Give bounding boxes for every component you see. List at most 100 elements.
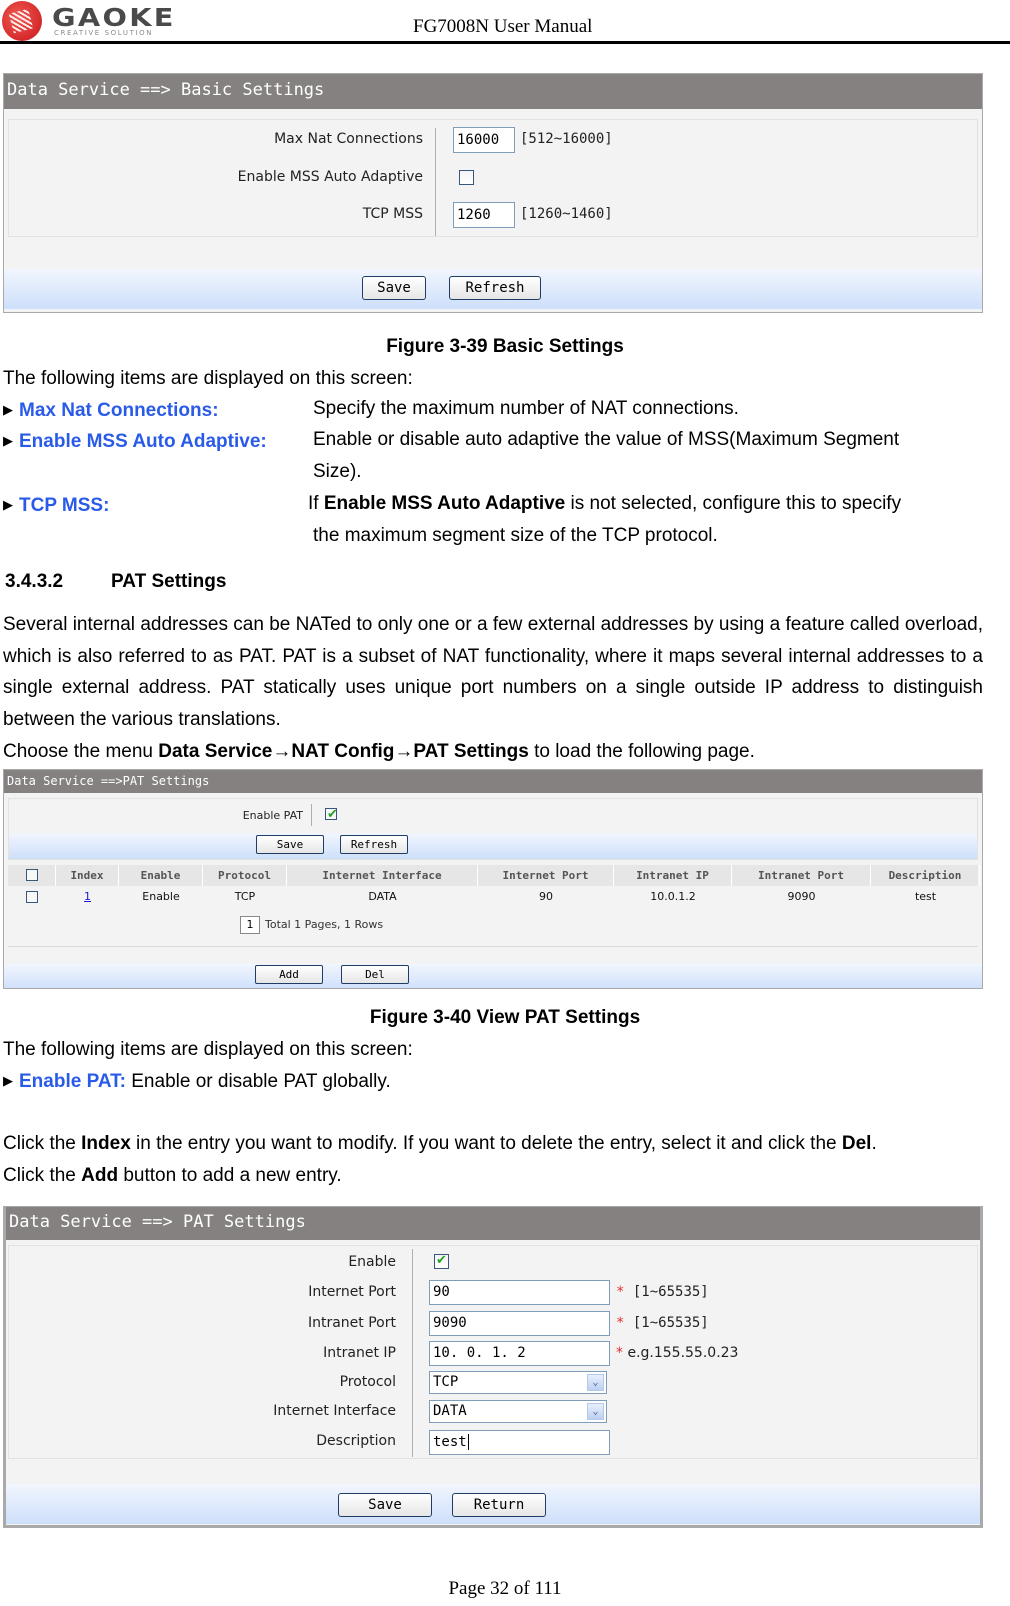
bullet-arrow-icon: ▶ (3, 1073, 13, 1088)
chevron-down-icon[interactable]: ⌄ (587, 1403, 604, 1420)
pager-summary: Total 1 Pages, 1 Rows (265, 918, 384, 931)
del-button[interactable]: Del (341, 965, 409, 984)
save-button[interactable]: Save (338, 1493, 432, 1517)
internet-port-cell: 90 (539, 890, 553, 903)
max-nat-connections-input[interactable]: 16000 (453, 127, 515, 153)
hint-text: e.g.155.55.0.23 (627, 1345, 739, 1361)
chevron-down-icon[interactable]: ⌄ (587, 1374, 604, 1391)
protocol-select[interactable]: TCP ⌄ (429, 1371, 607, 1394)
save-button[interactable]: Save (362, 276, 426, 300)
logo-mark-icon (2, 1, 42, 41)
enable-pat-label: Enable PAT (242, 809, 303, 822)
table-header: Index Enable Protocol Internet Interface… (8, 865, 980, 886)
text: . (871, 1133, 877, 1154)
screen-title: Data Service ==> Basic Settings (4, 74, 982, 109)
bullet-arrow-icon: ▶ (3, 402, 13, 417)
item-desc-cont: Size). (313, 461, 362, 482)
button-bar: Save Return (6, 1484, 980, 1524)
text: to load the following page. (528, 741, 755, 762)
refresh-button[interactable]: Refresh (449, 276, 541, 300)
item-desc: If Enable MSS Auto Adaptive is not selec… (308, 488, 901, 520)
enable-checkbox[interactable] (434, 1252, 449, 1269)
required-mark: * (616, 1284, 625, 1300)
divider (8, 946, 978, 947)
button-bar: Save Refresh (9, 833, 977, 859)
text: is not selected, configure this to speci… (565, 493, 902, 514)
item-enable-mss-auto-adaptive: ▶ Enable MSS Auto Adaptive: (3, 431, 267, 453)
enable-pat-panel: Enable PAT Save Refresh (8, 798, 978, 860)
internet-port-input[interactable]: 90 (429, 1280, 610, 1305)
menu-path: Data Service→NAT Config→PAT Settings (158, 741, 529, 762)
button-bar: Add Del (4, 964, 982, 988)
item-desc: Enable or disable PAT globally. (125, 1071, 391, 1092)
basic-settings-screenshot: Data Service ==> Basic Settings Max Nat … (3, 73, 983, 313)
button-bar: Save Refresh (4, 269, 982, 309)
return-button[interactable]: Return (452, 1493, 546, 1517)
column-header-description[interactable]: Description (871, 865, 980, 886)
intranet-port-cell: 9090 (787, 890, 816, 903)
item-enable-pat: ▶ Enable PAT: Enable or disable PAT globa… (3, 1071, 391, 1093)
instruction-line-1: Click the Index in the entry you want to… (3, 1128, 877, 1160)
enable-cell: Enable (142, 890, 180, 903)
column-header-enable[interactable]: Enable (119, 865, 203, 886)
pat-form-panel: Enable Internet Port 90 * [1~65535] Intr… (8, 1245, 978, 1459)
bold-text: Add (81, 1165, 119, 1186)
internet-interface-select[interactable]: DATA ⌄ (429, 1400, 607, 1423)
section-heading: 3.4.3.2 PAT Settings (5, 571, 226, 593)
max-nat-connections-label: Max Nat Connections (274, 131, 423, 147)
column-header-protocol[interactable]: Protocol (203, 865, 287, 886)
section-number: 3.4.3.2 (5, 571, 64, 592)
input-value: test (433, 1434, 467, 1450)
figure-caption-3-39: Figure 3-39 Basic Settings (386, 336, 624, 357)
select-all-cell (8, 865, 56, 886)
hint-text: [1~65535] (632, 1315, 709, 1331)
page-header: GAOKE CREATIVE SOLUTION FG7008N User Man… (0, 0, 1010, 44)
tcp-mss-input[interactable]: 1260 (453, 202, 515, 228)
pager-page-button[interactable]: 1 (240, 916, 260, 934)
selected-value: DATA (433, 1403, 467, 1419)
divider (435, 128, 436, 236)
row-checkbox[interactable] (26, 891, 38, 903)
hint-text: [1~65535] (632, 1284, 709, 1300)
mss-auto-adaptive-label: Enable MSS Auto Adaptive (237, 169, 423, 185)
menu-instruction: Choose the menu Data Service→NAT Config→… (3, 736, 755, 768)
intranet-ip-cell: 10.0.1.2 (650, 890, 696, 903)
mss-auto-adaptive-checkbox[interactable] (459, 170, 474, 185)
description-input[interactable]: test​ (429, 1430, 610, 1455)
column-header-index[interactable]: Index (56, 865, 119, 886)
intranet-port-label: Intranet Port (307, 1315, 396, 1331)
item-max-nat-connections: ▶ Max Nat Connections: (3, 400, 219, 422)
section-paragraph: Several internal addresses can be NATed … (3, 614, 983, 730)
bullet-arrow-icon: ▶ (3, 497, 13, 512)
save-button[interactable]: Save (256, 835, 324, 854)
item-desc: Specify the maximum number of NAT connec… (313, 398, 739, 419)
refresh-button[interactable]: Refresh (340, 835, 408, 854)
bullet-arrow-icon: ▶ (3, 433, 13, 448)
item-tcp-mss: ▶ TCP MSS: (3, 495, 109, 517)
text-cursor: ​ (467, 1434, 469, 1450)
column-header-intranet-ip[interactable]: Intranet IP (614, 865, 732, 886)
column-header-intranet-port[interactable]: Intranet Port (732, 865, 871, 886)
logo-tagline: CREATIVE SOLUTION (54, 29, 154, 37)
protocol-cell: TCP (234, 890, 256, 903)
column-header-internet-port[interactable]: Internet Port (478, 865, 614, 886)
required-mark: * (616, 1315, 625, 1331)
intranet-ip-label: Intranet IP (323, 1345, 396, 1361)
index-link[interactable]: 1 (84, 890, 91, 903)
description-cell: test (914, 890, 937, 903)
enable-pat-checkbox[interactable] (325, 806, 338, 822)
instruction-line-2: Click the Add button to add a new entry. (3, 1160, 342, 1192)
screen-title: Data Service ==> PAT Settings (6, 1207, 980, 1240)
intranet-port-input[interactable]: 9090 (429, 1311, 610, 1336)
items-intro: The following items are displayed on thi… (3, 368, 413, 389)
intranet-port-hint: * [1~65535] (616, 1315, 709, 1331)
select-all-checkbox[interactable] (26, 869, 38, 881)
required-mark: * (616, 1345, 623, 1361)
intranet-ip-input[interactable]: 10. 0. 1. 2 (429, 1341, 610, 1366)
logo-word: GAOKE (52, 3, 176, 32)
description-label: Description (316, 1433, 396, 1449)
add-button[interactable]: Add (255, 965, 323, 984)
text: Choose the menu (3, 741, 159, 762)
index-cell: 1 (56, 887, 119, 907)
column-header-internet-interface[interactable]: Internet Interface (287, 865, 478, 886)
